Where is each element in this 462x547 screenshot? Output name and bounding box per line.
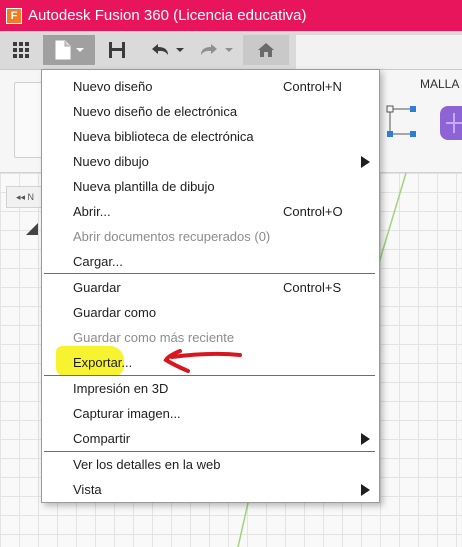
undo-button[interactable] [146, 35, 186, 65]
menu-item-label: Impresión en 3D [73, 381, 169, 396]
home-button[interactable] [243, 35, 289, 65]
save-icon [109, 42, 125, 58]
menu-item-impresion-3d[interactable]: Impresión en 3D [43, 376, 379, 401]
menu-item-label: Guardar [73, 280, 121, 295]
quick-access-toolbar [0, 31, 462, 70]
redo-button[interactable] [195, 35, 235, 65]
menu-item-nuevo-dibujo[interactable]: Nuevo dibujo [43, 149, 379, 174]
menu-item-shortcut: Control+S [283, 280, 342, 295]
menu-item-shortcut: Control+O [283, 204, 343, 219]
menu-item-ver-detalles-web[interactable]: Ver los detalles en la web [43, 452, 379, 477]
submenu-arrow-icon [361, 156, 370, 168]
menu-item-label: Capturar imagen... [73, 406, 181, 421]
menu-item-label: Cargar... [73, 254, 123, 269]
menu-item-label: Vista [73, 482, 102, 497]
fusion-app-icon: F [6, 7, 22, 24]
menu-item-cargar[interactable]: Cargar... [43, 249, 379, 274]
menu-item-label: Exportar... [73, 355, 133, 370]
origin-marker-icon [26, 223, 38, 235]
file-icon [55, 40, 71, 60]
undo-icon [152, 44, 184, 55]
menu-item-shortcut: Control+N [283, 79, 342, 94]
title-bar: F Autodesk Fusion 360 (Licencia educativ… [0, 0, 462, 31]
window-title: Autodesk Fusion 360 (Licencia educativa) [28, 7, 307, 24]
menu-separator [44, 273, 375, 274]
menu-item-nueva-biblioteca-electronica[interactable]: Nueva biblioteca de electrónica [43, 124, 379, 149]
menu-item-nuevo-diseno-electronica[interactable]: Nuevo diseño de electrónica [43, 99, 379, 124]
submenu-arrow-icon [361, 433, 370, 445]
menu-item-label: Abrir... [73, 204, 111, 219]
connect-nodes-icon[interactable] [384, 103, 424, 143]
home-icon [258, 43, 274, 57]
menu-item-vista[interactable]: Vista [43, 477, 379, 502]
menu-item-label: Nueva plantilla de dibujo [73, 179, 215, 194]
chevron-down-icon [76, 48, 84, 52]
browser-tab-label: N [27, 192, 35, 202]
menu-item-compartir[interactable]: Compartir [43, 426, 379, 451]
menu-item-guardar-como-mas-reciente: Guardar como más reciente [43, 325, 379, 350]
menu-item-nueva-plantilla-dibujo[interactable]: Nueva plantilla de dibujo [43, 174, 379, 199]
submenu-arrow-icon [361, 484, 370, 496]
menu-item-label: Ver los detalles en la web [73, 457, 221, 472]
menu-item-capturar-imagen[interactable]: Capturar imagen... [43, 401, 379, 426]
mesh-body-icon[interactable] [437, 103, 462, 143]
ribbon-tab-malla[interactable]: MALLA [420, 77, 459, 91]
apps-grid-button[interactable] [8, 35, 34, 65]
menu-item-nuevo-diseno[interactable]: Nuevo diseño Control+N [43, 74, 379, 99]
toolbar-panel [296, 35, 462, 69]
workspace-selector[interactable] [14, 82, 43, 158]
menu-item-label: Abrir documentos recuperados (0) [73, 229, 271, 244]
redo-icon [201, 44, 233, 55]
menu-item-label: Nuevo diseño [73, 79, 153, 94]
menu-item-label: Nueva biblioteca de electrónica [73, 129, 254, 144]
grid-green-axis-bottom [237, 503, 249, 547]
menu-item-label: Compartir [73, 431, 131, 446]
menu-item-label: Nuevo dibujo [73, 154, 149, 169]
grid-green-axis [370, 173, 407, 294]
menu-item-guardar-como[interactable]: Guardar como [43, 300, 379, 325]
save-button[interactable] [104, 35, 130, 65]
menu-item-abrir-documentos-recuperados: Abrir documentos recuperados (0) [43, 224, 379, 249]
browser-collapse-tab[interactable]: ◂◂ N [6, 186, 44, 208]
red-arrow-annotation [163, 349, 242, 373]
menu-item-label: Guardar como más reciente [73, 330, 235, 345]
menu-item-label: Guardar como [73, 305, 157, 320]
file-dropdown-menu: Nuevo diseño Control+N Nuevo diseño de e… [41, 69, 380, 503]
menu-item-guardar[interactable]: Guardar Control+S [43, 275, 379, 300]
double-chevron-left-icon: ◂◂ [15, 191, 26, 202]
menu-item-label: Nuevo diseño de electrónica [73, 104, 238, 119]
apps-grid-icon [12, 41, 29, 58]
file-menu-button[interactable] [43, 35, 95, 65]
menu-item-abrir[interactable]: Abrir... Control+O [43, 199, 379, 224]
